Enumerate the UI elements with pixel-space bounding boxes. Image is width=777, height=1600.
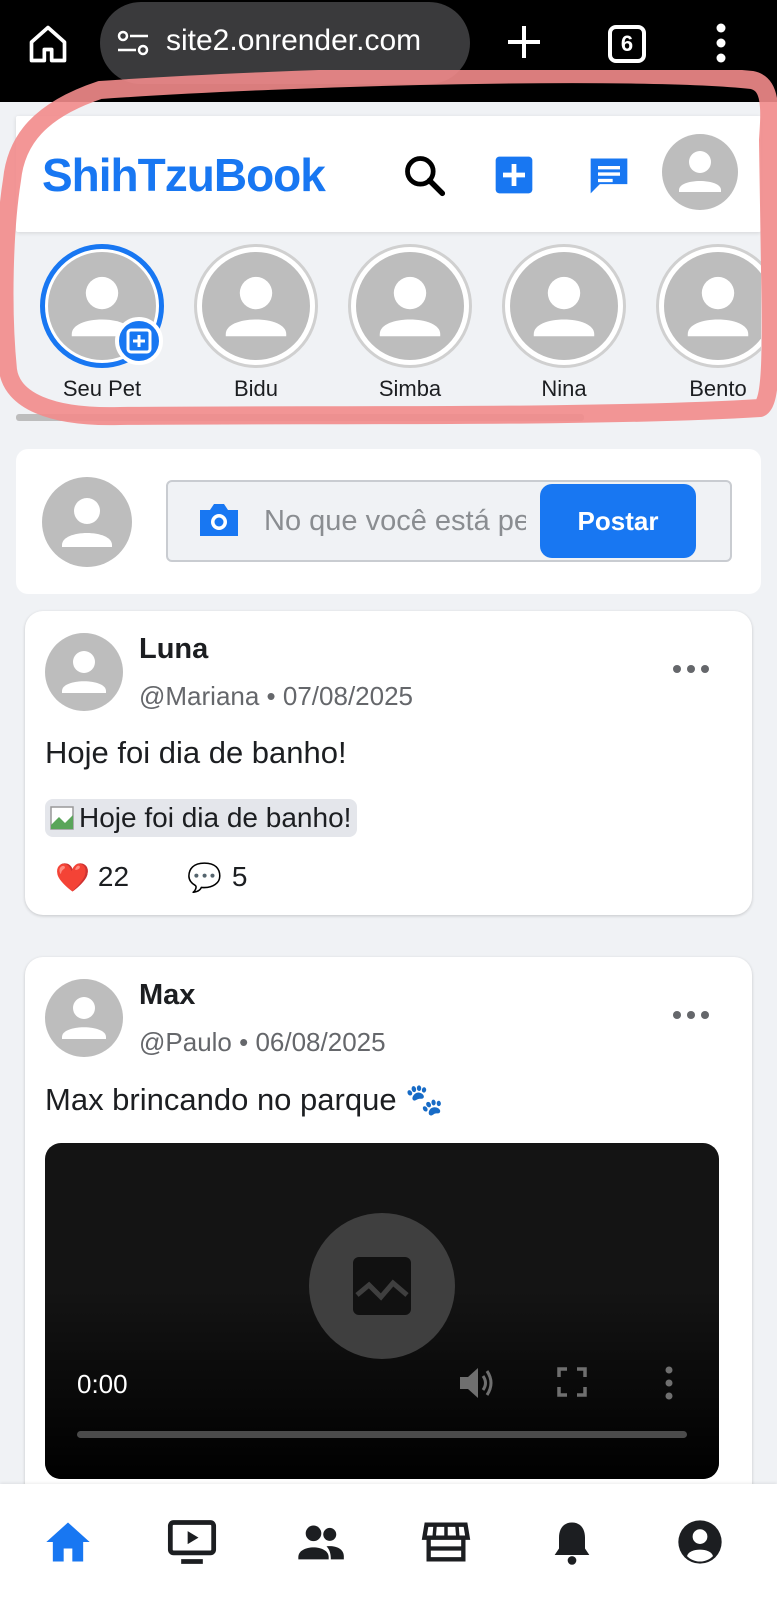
composer-box: Postar [166, 480, 732, 562]
story-ring [40, 244, 164, 368]
story-simba[interactable]: Simba [348, 244, 472, 404]
like-count: 22 [97, 861, 130, 892]
story-nina[interactable]: Nina [502, 244, 626, 404]
bottom-navigation [0, 1484, 777, 1600]
video-error-button[interactable] [309, 1213, 455, 1359]
story-ring [194, 244, 318, 368]
post-text: Hoje foi dia de banho! [45, 735, 347, 770]
browser-toolbar: site2.onrender.com 6 [0, 0, 777, 102]
story-label: Nina [541, 376, 587, 401]
app-header: ShihTzuBook [16, 116, 761, 232]
video-time: 0:00 [77, 1369, 128, 1399]
friends-icon[interactable] [292, 1516, 348, 1568]
image-alt-text: Hoje foi dia de banho! [79, 802, 352, 833]
marketplace-icon[interactable] [418, 1516, 474, 1568]
story-ring [502, 244, 626, 368]
user-icon [379, 276, 441, 337]
user-icon [62, 651, 106, 693]
avatar [510, 252, 618, 360]
new-tab-icon[interactable] [504, 22, 544, 62]
url-text: site2.onrender.com [166, 24, 422, 57]
story-label: Bento [689, 376, 747, 401]
add-post-icon[interactable] [492, 153, 536, 197]
user-icon [225, 276, 287, 337]
browser-menu-icon[interactable] [714, 22, 728, 64]
video-icon[interactable] [164, 1516, 220, 1568]
tab-count: 6 [620, 31, 634, 56]
story-ring [656, 244, 761, 368]
post-author[interactable]: Luna [139, 633, 208, 666]
fullscreen-icon[interactable] [557, 1367, 587, 1397]
messages-icon[interactable] [586, 153, 632, 197]
post-card: Max @Paulo • 06/08/2025 Max brincando no… [25, 957, 752, 1517]
post-text: Max brincando no parque 🐾 [45, 1082, 444, 1117]
bell-icon[interactable] [544, 1516, 600, 1568]
story-label: Bidu [233, 376, 279, 401]
video-options-icon[interactable] [663, 1365, 675, 1401]
post-author[interactable]: Max [139, 979, 195, 1012]
post-text-input[interactable] [264, 502, 526, 540]
heart-icon: ❤️ [55, 861, 90, 893]
profile-avatar[interactable] [662, 134, 738, 210]
story-seu-pet[interactable]: Seu Pet [40, 244, 164, 404]
comment-icon: 💬 [187, 861, 222, 893]
comment-button[interactable]: 💬 5 [187, 857, 247, 897]
user-icon [687, 276, 749, 337]
broken-image-icon [50, 806, 74, 830]
site-settings-icon[interactable] [116, 28, 150, 58]
more-options-icon[interactable] [671, 1007, 711, 1023]
search-icon[interactable] [402, 153, 446, 197]
story-label: Seu Pet [62, 376, 142, 401]
avatar [356, 252, 464, 360]
story-ring [348, 244, 472, 368]
user-icon [62, 997, 106, 1039]
story-bidu[interactable]: Bidu [194, 244, 318, 404]
post-composer: Postar [16, 449, 761, 594]
stories-carousel[interactable]: Seu Pet Bidu Simba Nina Bento [16, 244, 761, 414]
story-bento[interactable]: Bento [656, 244, 761, 404]
post-button[interactable]: Postar [540, 484, 696, 558]
avatar [42, 477, 132, 567]
address-bar[interactable]: site2.onrender.com [100, 2, 470, 84]
post-meta: @Mariana • 07/08/2025 [139, 681, 414, 711]
plus-icon [126, 328, 152, 354]
user-icon [679, 151, 721, 192]
tab-switcher-button[interactable]: 6 [608, 25, 646, 63]
user-icon [533, 276, 595, 337]
stories-scrollbar[interactable] [16, 414, 584, 421]
avatar [664, 252, 761, 360]
avatar [202, 252, 310, 360]
story-label: Simba [378, 376, 442, 401]
add-story-button[interactable] [115, 317, 163, 365]
avatar[interactable] [45, 979, 123, 1057]
user-icon [62, 498, 112, 547]
like-button[interactable]: ❤️ 22 [55, 857, 129, 897]
avatar[interactable] [45, 633, 123, 711]
comment-count: 5 [231, 861, 248, 892]
post-card: Luna @Mariana • 07/08/2025 Hoje foi dia … [25, 611, 752, 915]
home-icon[interactable] [26, 22, 70, 66]
account-icon[interactable] [672, 1516, 728, 1568]
brand-logo[interactable]: ShihTzuBook [42, 148, 326, 202]
volume-icon[interactable] [457, 1365, 497, 1401]
home-icon[interactable] [40, 1516, 96, 1568]
broken-media-icon [353, 1257, 411, 1315]
post-meta: @Paulo • 06/08/2025 [139, 1027, 386, 1057]
more-options-icon[interactable] [671, 661, 711, 677]
post-image[interactable]: Hoje foi dia de banho! [45, 799, 358, 837]
video-progress-bar[interactable] [77, 1431, 687, 1438]
camera-icon[interactable] [196, 500, 242, 540]
video-player[interactable]: 0:00 [45, 1143, 719, 1479]
